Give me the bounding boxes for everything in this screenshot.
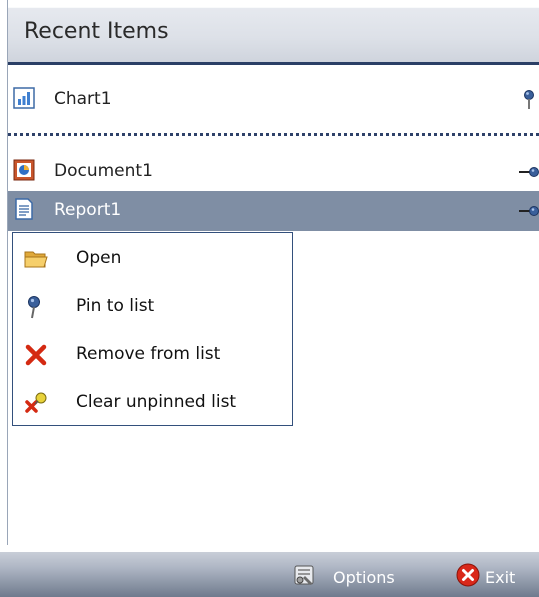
unpinned-pin-icon[interactable] <box>519 200 539 222</box>
exit-icon <box>456 563 480 587</box>
folder-icon <box>24 251 48 268</box>
menu-item-label: Clear unpinned list <box>76 392 237 412</box>
chart-document-icon <box>13 87 35 109</box>
menu-item-remove-from-list[interactable]: Remove from list <box>13 330 292 378</box>
footer-bar: Options Exit <box>0 552 539 597</box>
menu-item-label: Remove from list <box>76 344 221 364</box>
recent-item-label: Chart1 <box>54 89 112 109</box>
menu-item-clear-unpinned-list[interactable]: Clear unpinned list <box>13 378 292 426</box>
menu-item-label: Pin to list <box>76 296 155 316</box>
recent-item-report1[interactable]: Report1 <box>8 191 539 231</box>
exit-label: Exit <box>485 568 516 587</box>
unpinned-pin-icon[interactable] <box>519 161 539 183</box>
recent-item-chart1[interactable]: Chart1 <box>8 80 539 120</box>
pinned-pin-icon[interactable] <box>519 89 539 111</box>
pinned-divider <box>8 133 539 136</box>
options-button[interactable]: Options <box>291 560 411 590</box>
options-label: Options <box>333 568 395 587</box>
report-icon <box>15 198 33 220</box>
menu-item-pin-to-list[interactable]: Pin to list <box>13 282 292 330</box>
item-context-menu: Open Pin to list Remove from list Clear … <box>12 232 293 426</box>
recent-item-label: Document1 <box>54 161 153 181</box>
menu-item-open[interactable]: Open <box>13 234 292 282</box>
document-icon <box>13 159 35 181</box>
options-icon <box>294 565 314 585</box>
recent-items-header: Recent Items <box>8 0 539 65</box>
exit-button[interactable]: Exit <box>455 560 535 590</box>
recent-items-panel: Recent Items Chart1 Document1 Report1 Op… <box>0 0 539 597</box>
clear-list-icon <box>25 392 47 413</box>
menu-item-label: Open <box>76 248 122 268</box>
recent-item-label: Report1 <box>54 200 122 220</box>
footer-separator <box>0 545 539 552</box>
recent-item-document1[interactable]: Document1 <box>8 152 539 192</box>
red-x-icon <box>25 344 47 366</box>
recent-items-title: Recent Items <box>24 19 169 44</box>
pin-icon <box>28 296 40 319</box>
